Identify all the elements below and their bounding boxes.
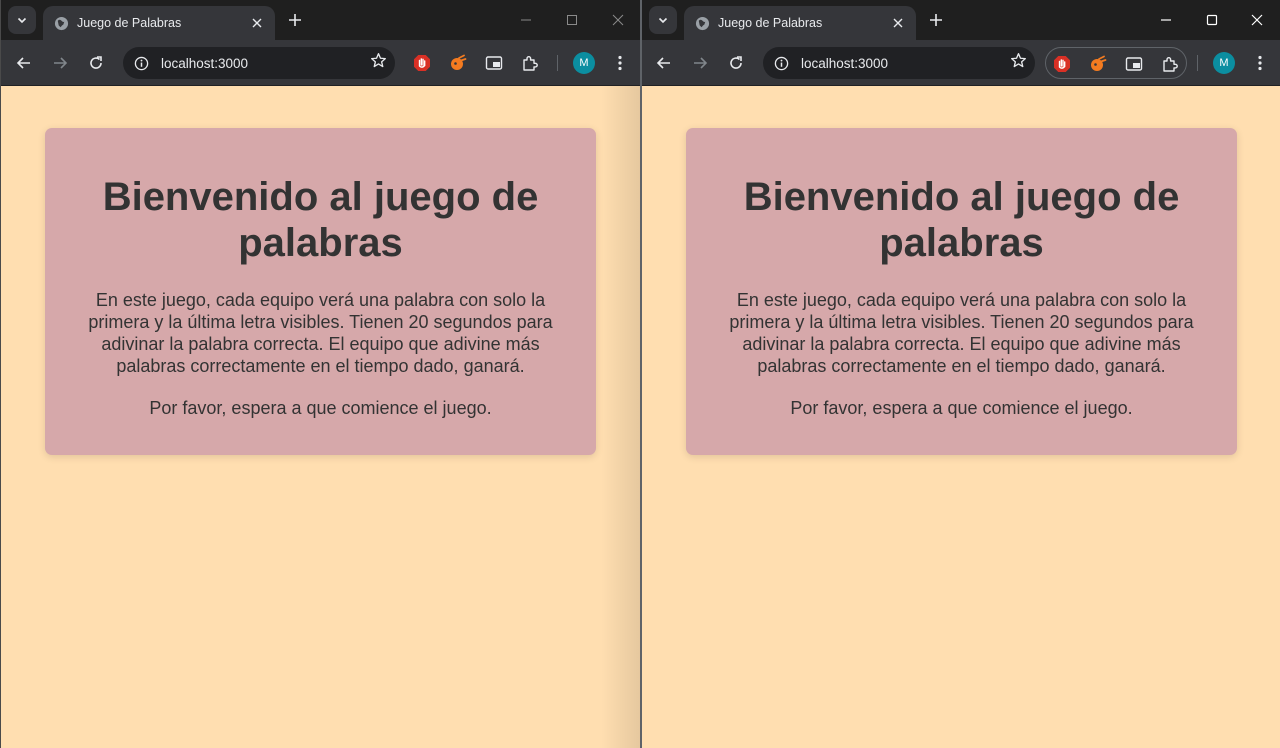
maximize-button[interactable]: [1189, 0, 1235, 40]
tab-active[interactable]: Juego de Palabras: [43, 6, 275, 40]
minimize-button[interactable]: [503, 0, 549, 40]
puzzle-icon[interactable]: [1156, 48, 1184, 80]
tab-title: Juego de Palabras: [77, 16, 182, 30]
arrow-right-icon: [54, 57, 68, 69]
close-window-button[interactable]: [595, 0, 641, 40]
tab-search-button[interactable]: [8, 6, 36, 34]
extensions-group: [1045, 47, 1187, 79]
toolbar-separator: [1197, 55, 1198, 71]
reload-button[interactable]: [722, 49, 750, 77]
game-description: En este juego, cada equipo verá una pala…: [729, 290, 1194, 376]
back-button[interactable]: [10, 49, 38, 77]
maximize-icon: [567, 15, 577, 25]
globe-icon: [694, 15, 710, 31]
tab-strip: Juego de Palabras: [642, 0, 1280, 40]
plus-icon: [930, 14, 942, 26]
wait-message: Por favor, espera a que comience el jueg…: [149, 398, 492, 418]
kebab-menu-icon: [1258, 55, 1262, 71]
chevron-down-icon: [17, 17, 27, 24]
forward-button[interactable]: [686, 49, 714, 77]
extensions-group: [406, 47, 548, 79]
tab-title: Juego de Palabras: [718, 16, 823, 30]
page-title: Bienvenido al juego de palabras: [102, 175, 539, 265]
address-bar[interactable]: localhost:3000: [123, 47, 395, 79]
close-icon: [893, 18, 903, 28]
tab-search-button[interactable]: [649, 6, 677, 34]
close-icon: [1251, 14, 1263, 26]
arrow-left-icon: [656, 57, 670, 69]
chevron-down-icon: [658, 17, 668, 24]
tab-strip: Juego de Palabras: [1, 0, 641, 40]
new-tab-button[interactable]: [924, 8, 948, 32]
window-extension-icon[interactable]: [1120, 48, 1148, 80]
browser-toolbar: localhost:3000 M: [1, 40, 641, 86]
arrow-right-icon: [694, 57, 708, 69]
info-icon[interactable]: [773, 55, 789, 71]
tab-active[interactable]: Juego de Palabras: [684, 6, 916, 40]
maximize-button[interactable]: [549, 0, 595, 40]
address-bar[interactable]: localhost:3000: [763, 47, 1035, 79]
new-tab-button[interactable]: [283, 8, 307, 32]
profile-avatar[interactable]: M: [573, 52, 595, 74]
info-icon[interactable]: [133, 55, 149, 71]
menu-button[interactable]: [606, 49, 634, 77]
menu-button[interactable]: [1246, 49, 1274, 77]
url-text: localhost:3000: [161, 55, 249, 71]
globe-icon: [53, 15, 69, 31]
orange-extension-icon[interactable]: [444, 47, 472, 79]
window-extension-icon[interactable]: [480, 47, 508, 79]
tab-close-button[interactable]: [247, 13, 267, 33]
browser-window-left: Juego de Palabras localhost:3000 M Bienv…: [0, 0, 641, 748]
stop-hand-extension-icon[interactable]: [408, 47, 436, 79]
minimize-icon: [1161, 19, 1171, 21]
page-viewport: Bienvenido al juego de palabras En este …: [1, 86, 641, 748]
star-icon[interactable]: [370, 52, 387, 74]
game-description: En este juego, cada equipo verá una pala…: [88, 290, 553, 376]
reload-icon: [730, 56, 742, 69]
back-button[interactable]: [650, 49, 678, 77]
browser-toolbar: localhost:3000 M: [642, 40, 1280, 86]
reload-button[interactable]: [82, 49, 110, 77]
toolbar-separator: [557, 55, 558, 71]
wait-message: Por favor, espera a que comience el jueg…: [790, 398, 1133, 418]
minimize-button[interactable]: [1143, 0, 1189, 40]
minimize-icon: [521, 19, 531, 21]
tab-close-button[interactable]: [888, 13, 908, 33]
page-viewport: Bienvenido al juego de palabras En este …: [642, 86, 1280, 748]
close-icon: [612, 14, 624, 26]
page-title: Bienvenido al juego de palabras: [743, 175, 1180, 265]
browser-window-right: Juego de Palabras localhost:3000 M Bienv…: [642, 0, 1280, 748]
orange-extension-icon[interactable]: [1084, 48, 1112, 80]
profile-avatar[interactable]: M: [1213, 52, 1235, 74]
welcome-card: Bienvenido al juego de palabras En este …: [45, 128, 596, 455]
maximize-icon: [1206, 14, 1218, 26]
url-text: localhost:3000: [801, 55, 889, 71]
arrow-left-icon: [16, 57, 30, 69]
puzzle-icon[interactable]: [516, 47, 544, 79]
star-icon[interactable]: [1010, 52, 1027, 74]
plus-icon: [289, 14, 301, 26]
kebab-menu-icon: [618, 55, 622, 71]
close-window-button[interactable]: [1234, 0, 1280, 40]
stop-hand-extension-icon[interactable]: [1048, 48, 1076, 80]
close-icon: [252, 18, 262, 28]
welcome-card: Bienvenido al juego de palabras En este …: [686, 128, 1237, 455]
forward-button[interactable]: [46, 49, 74, 77]
reload-icon: [90, 56, 102, 69]
window-divider: [640, 0, 642, 748]
